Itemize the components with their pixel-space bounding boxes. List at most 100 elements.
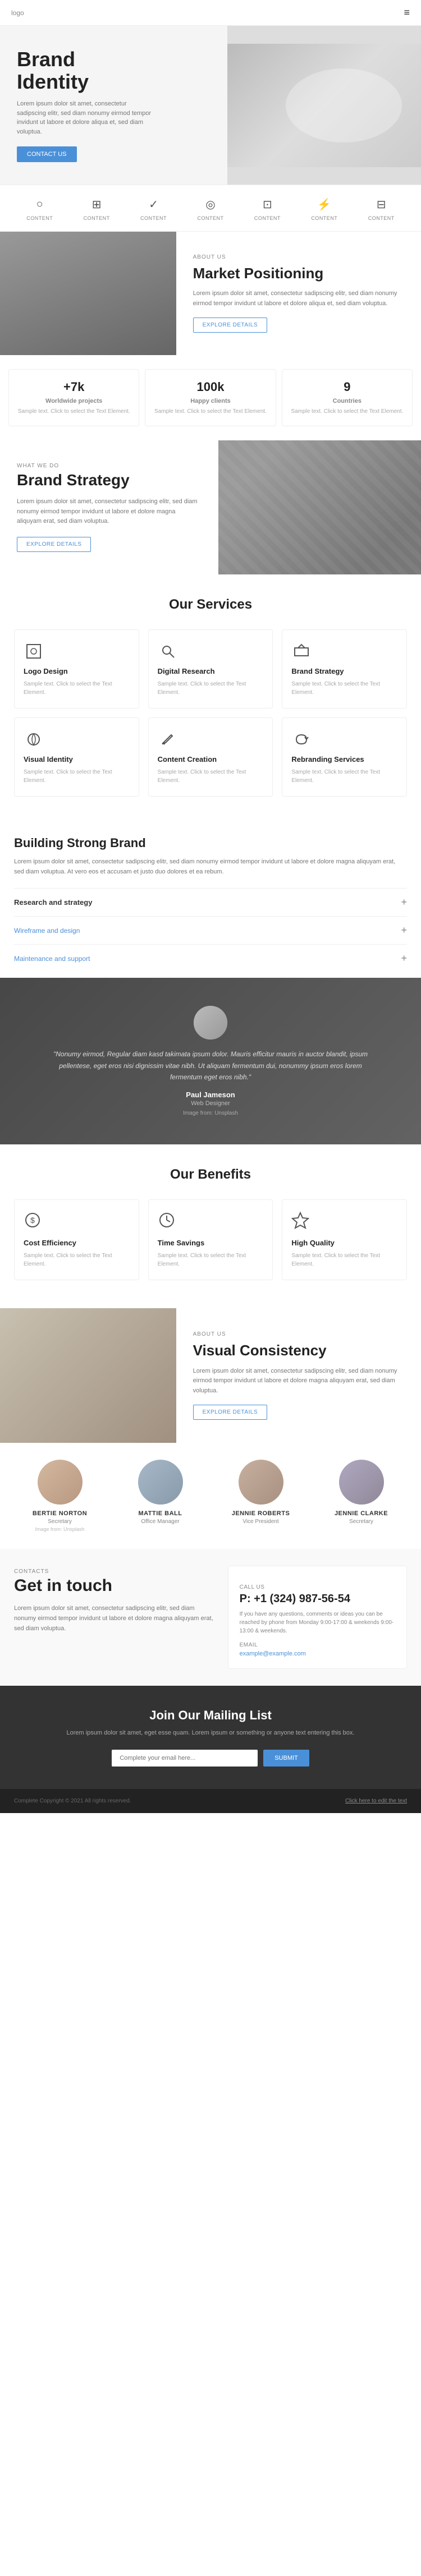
team-member-2: MATTIE BALL Office Manager	[115, 1460, 206, 1532]
icon-label-6: CONTENT	[311, 215, 337, 221]
stat-number-2: 100k	[153, 380, 267, 394]
service-card-5: Content Creation Sample text. Click to s…	[148, 717, 273, 797]
benefits-grid: $ Cost Efficiency Sample text. Click to …	[14, 1199, 407, 1280]
icon-label-4: CONTENT	[197, 215, 223, 221]
vc-content: ABOUT US Visual Consistency Lorem ipsum …	[176, 1308, 421, 1443]
accordion-toggle-2[interactable]: +	[401, 924, 407, 936]
accordion-item-3[interactable]: Maintenance and support +	[14, 944, 407, 972]
mailing-submit-button[interactable]: SUBMIT	[263, 1750, 309, 1767]
digital-research-icon	[158, 641, 178, 661]
hero-text: Lorem ipsum dolor sit amet, consectetur …	[17, 99, 152, 136]
benefit-title-1: Cost Efficiency	[24, 1239, 130, 1247]
about-label: ABOUT US	[193, 254, 404, 260]
content-icon-3: ✓	[145, 195, 163, 213]
team-grid: BERTIE NORTON Secretary Image from: Unsp…	[14, 1460, 407, 1532]
wwd-content: WHAT WE DO Brand Strategy Lorem ipsum do…	[0, 440, 218, 574]
contact-left: CONTACTS Get in touch Lorem ipsum dolor …	[14, 1566, 217, 1669]
icon-item-4: ◎ CONTENT	[197, 195, 223, 221]
visual-identity-icon	[24, 729, 44, 749]
footer-edit-link[interactable]: Click here to edit the text	[345, 1798, 407, 1804]
icon-label-3: CONTENT	[140, 215, 167, 221]
stat-number-3: 9	[290, 380, 404, 394]
accordion-toggle-1[interactable]: +	[401, 896, 407, 908]
vc-explore-button[interactable]: EXPLORE DETAILS	[193, 1405, 267, 1420]
wwd-image	[218, 440, 421, 574]
icon-item-3: ✓ CONTENT	[140, 195, 167, 221]
service-text-4: Sample text. Click to select the Text El…	[24, 768, 130, 785]
accordion-title-1: Research and strategy	[14, 898, 92, 907]
wwd-image-sim	[218, 440, 421, 574]
wwd-explore-button[interactable]: EXPLORE DETAILS	[17, 537, 91, 552]
benefit-text-2: Sample text. Click to select the Text El…	[158, 1252, 264, 1268]
accordion-link-2[interactable]: Wireframe and design	[14, 927, 80, 935]
stat-card-2: 100k Happy clients Sample text. Click to…	[145, 369, 276, 426]
team-member-1: BERTIE NORTON Secretary Image from: Unsp…	[14, 1460, 106, 1532]
team-member-3: JENNIE ROBERTS Vice President	[215, 1460, 306, 1532]
contact-call-desc: If you have any questions, comments or i…	[240, 1610, 395, 1635]
service-text-3: Sample text. Click to select the Text El…	[291, 680, 397, 697]
team-avatar-2	[138, 1460, 183, 1505]
testimonial-source: Image from: Unsplash	[42, 1110, 379, 1116]
service-card-3: Brand Strategy Sample text. Click to sel…	[282, 629, 407, 709]
icon-item-5: ⊡ CONTENT	[254, 195, 281, 221]
team-name-1: BERTIE NORTON	[14, 1510, 106, 1517]
testimonial-section: "Nonumy eirmod, Regular diam kasd takima…	[0, 978, 421, 1144]
service-card-6: Rebranding Services Sample text. Click t…	[282, 717, 407, 797]
accordion-link-3[interactable]: Maintenance and support	[14, 955, 90, 963]
mailing-email-input[interactable]	[112, 1750, 258, 1767]
building-text: Lorem ipsum dolor sit amet, consectetur …	[14, 857, 407, 877]
menu-icon[interactable]: ≡	[404, 7, 410, 19]
icon-item-7: ⊟ CONTENT	[368, 195, 395, 221]
mailing-section: Join Our Mailing List Lorem ipsum dolor …	[0, 1686, 421, 1789]
testimonial-name: Paul Jameson	[42, 1091, 379, 1099]
icon-label-1: CONTENT	[26, 215, 53, 221]
team-avatar-3	[239, 1460, 283, 1505]
about-title: Market Positioning	[193, 265, 404, 282]
testimonial-avatar	[194, 1006, 227, 1039]
about-section: ABOUT US Market Positioning Lorem ipsum …	[0, 232, 421, 355]
about-explore-button[interactable]: EXPLORE DETAILS	[193, 318, 267, 333]
service-title-6: Rebranding Services	[291, 755, 397, 763]
hero-contact-button[interactable]: CONTACT US	[17, 146, 77, 162]
testimonial-role: Web Designer	[42, 1100, 379, 1107]
wwd-label: WHAT WE DO	[17, 463, 202, 469]
icon-item-6: ⚡ CONTENT	[311, 195, 337, 221]
contact-title: Get in touch	[14, 1576, 217, 1596]
wwd-text: Lorem ipsum dolor sit amet, consectetur …	[17, 497, 202, 527]
mailing-title: Join Our Mailing List	[14, 1708, 407, 1723]
service-card-4: Visual Identity Sample text. Click to se…	[14, 717, 139, 797]
team-name-2: MATTIE BALL	[115, 1510, 206, 1517]
team-role-3: Vice President	[215, 1519, 306, 1525]
benefit-text-3: Sample text. Click to select the Text El…	[291, 1252, 397, 1268]
contact-label: CONTACTS	[14, 1568, 49, 1575]
about-image	[0, 232, 176, 355]
vc-text: Lorem ipsum dolor sit amet, consectetur …	[193, 1367, 404, 1396]
header: logo ≡	[0, 0, 421, 26]
mailing-form: SUBMIT	[14, 1750, 407, 1767]
email-label: EMAIL	[240, 1642, 395, 1648]
accordion-item-1[interactable]: Research and strategy +	[14, 888, 407, 916]
content-creation-icon	[158, 729, 178, 749]
accordion-toggle-3[interactable]: +	[401, 953, 407, 964]
what-we-do-section: WHAT WE DO Brand Strategy Lorem ipsum do…	[0, 440, 421, 574]
content-icon-4: ◎	[202, 195, 219, 213]
contact-email[interactable]: example@example.com	[240, 1650, 395, 1657]
content-icon-2: ⊞	[88, 195, 106, 213]
visual-consistency-section: ABOUT US Visual Consistency Lorem ipsum …	[0, 1308, 421, 1443]
mailing-text: Lorem ipsum dolor sit amet, eget esse qu…	[14, 1728, 407, 1738]
service-text-2: Sample text. Click to select the Text El…	[158, 680, 264, 697]
footer: Complete Copyright © 2021 All rights res…	[0, 1789, 421, 1813]
accordion-item-2[interactable]: Wireframe and design +	[14, 916, 407, 944]
high-quality-icon	[291, 1211, 397, 1233]
stat-label-3: Countries	[290, 398, 404, 404]
benefit-card-1: $ Cost Efficiency Sample text. Click to …	[14, 1199, 139, 1280]
icon-label-5: CONTENT	[254, 215, 281, 221]
services-section: Our Services Logo Design Sample text. Cl…	[0, 574, 421, 819]
logo: logo	[11, 9, 24, 17]
content-icon-1: ○	[31, 195, 49, 213]
logo-design-icon	[24, 641, 44, 661]
service-text-5: Sample text. Click to select the Text El…	[158, 768, 264, 785]
footer-copyright: Complete Copyright © 2021 All rights res…	[14, 1798, 131, 1804]
icons-row: ○ CONTENT ⊞ CONTENT ✓ CONTENT ◎ CONTENT …	[0, 185, 421, 232]
avatar-image	[194, 1006, 227, 1039]
